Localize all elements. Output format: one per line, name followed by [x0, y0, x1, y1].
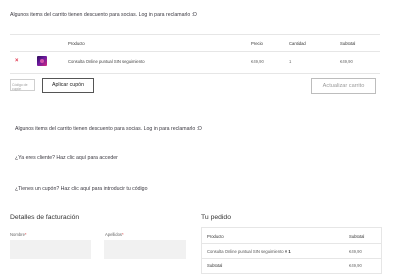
- cart-table: Producto Precio Cantidad Subtotal × Cons…: [10, 34, 380, 74]
- first-name-field[interactable]: [10, 240, 91, 259]
- cart-product-quantity[interactable]: 1: [289, 59, 291, 64]
- header-product: Producto: [68, 41, 85, 46]
- cart-product-subtotal: €49,90: [340, 59, 353, 64]
- order-review-title: Tu pedido: [201, 214, 231, 221]
- first-name-label: Nombre*: [10, 232, 27, 237]
- members-discount-notice: Algunos items del carrito tienen descuen…: [10, 12, 197, 18]
- last-name-field[interactable]: [104, 240, 186, 259]
- cart-product-name[interactable]: Consulta Online puntual SIN seguimiento: [68, 59, 145, 64]
- coupon-toggle-notice[interactable]: ¿Tienes un cupón? Haz clic aquí para int…: [15, 186, 147, 192]
- header-quantity: Cantidad: [289, 41, 306, 46]
- product-thumbnail[interactable]: [37, 56, 47, 66]
- order-item-total: €49,90: [349, 249, 362, 254]
- remove-item-icon[interactable]: ×: [15, 58, 19, 64]
- order-header-subtotal: Subtotal: [349, 234, 365, 239]
- coupon-code-input[interactable]: Código de cupón: [10, 79, 35, 91]
- order-review-table: Producto Subtotal Consulta Online puntua…: [201, 227, 382, 274]
- billing-details-title: Detalles de facturación: [10, 214, 80, 221]
- order-item-name: Consulta Online puntual SIN seguimiento …: [207, 249, 291, 254]
- header-price: Precio: [251, 41, 263, 46]
- last-name-label: Apellidos*: [105, 232, 124, 237]
- members-discount-notice-2: Algunos items del carrito tienen descuen…: [15, 126, 202, 132]
- cart-product-price: €49,90: [251, 59, 264, 64]
- returning-customer-notice[interactable]: ¿Ya eres cliente? Haz clic aquí para acc…: [15, 155, 118, 161]
- order-header-product: Producto: [207, 234, 224, 239]
- update-cart-button[interactable]: Actualizar carrito: [311, 78, 376, 94]
- apply-coupon-button[interactable]: Aplicar cupón: [42, 78, 94, 93]
- header-subtotal: Subtotal: [340, 41, 356, 46]
